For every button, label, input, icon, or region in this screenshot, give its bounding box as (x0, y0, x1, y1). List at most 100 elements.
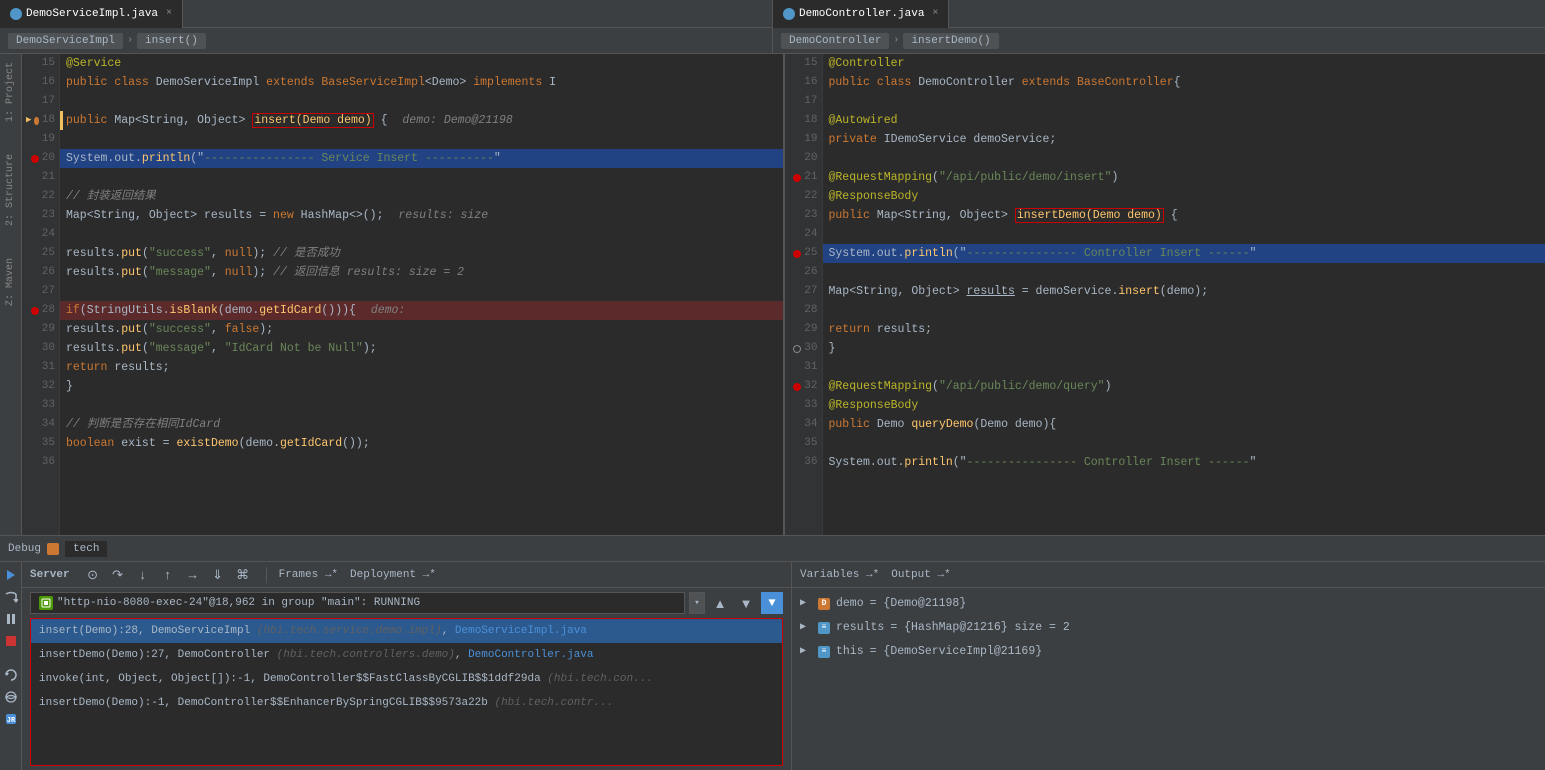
debug-panel: Debug tech (0, 535, 1545, 770)
frame-item-1[interactable]: insertDemo(Demo):27, DemoController (hbi… (31, 643, 782, 667)
debug-step-over-btn[interactable] (2, 588, 20, 606)
breadcrumbs-row: DemoServiceImpl › insert() DemoControlle… (0, 28, 1545, 54)
right-breadcrumb-class[interactable]: DemoController (781, 33, 889, 49)
thread-label-text: "http-nio-8080-exec-24"@18,962 in group … (57, 597, 420, 609)
right-line-numbers: 15 16 17 18 19 20 21 22 23 24 25 (785, 54, 823, 535)
toolbar-step-into[interactable]: ↓ (132, 564, 154, 586)
toolbar-step-out[interactable]: ↑ (157, 564, 179, 586)
code-line-23: Map<String, Object> results = new HashMa… (60, 206, 783, 225)
frames-header: Server ⊙ ↷ ↓ ↑ → ⇓ ⌘ Frames →* (22, 562, 791, 588)
line-28: 28 (26, 301, 55, 320)
r-code-line-24 (823, 225, 1545, 244)
code-line-30: results.put("message", "IdCard Not be Nu… (60, 339, 783, 358)
right-tab-close[interactable]: × (932, 8, 938, 19)
var-results-icon: ≡ (818, 622, 830, 634)
server-label: Server (30, 569, 70, 581)
debug-content: JR Server ⊙ ↷ ↓ ↑ → ⇓ (0, 562, 1545, 770)
r-code-line-35 (823, 434, 1545, 453)
r-code-line-22: @ResponseBody (823, 187, 1545, 206)
r-code-line-26 (823, 263, 1545, 282)
tab-left-file[interactable]: DemoServiceImpl.java × (0, 0, 183, 28)
line-33: 33 (26, 396, 55, 415)
var-this-arrow[interactable]: ▶ (800, 643, 812, 661)
jrebel-btn[interactable]: JR (2, 710, 20, 728)
debug-refresh-btn[interactable] (2, 666, 20, 684)
var-demo-arrow[interactable]: ▶ (800, 595, 812, 613)
var-demo-icon: D (818, 598, 830, 610)
frames-tab[interactable]: Frames →* (279, 569, 338, 581)
left-breadcrumb-method[interactable]: insert() (137, 33, 206, 49)
toolbar-step1[interactable]: ⊙ (82, 564, 104, 586)
code-line-24 (60, 225, 783, 244)
line-25: 25 (26, 244, 55, 263)
left-breadcrumbs: DemoServiceImpl › insert() (0, 28, 773, 53)
toolbar-run-to-cursor[interactable]: → (182, 564, 204, 586)
tab-bar: DemoServiceImpl.java × DemoController.ja… (0, 0, 1545, 28)
line-29: 29 (26, 320, 55, 339)
editors-row: 1: Project 2: Structure Z: Maven 15 16 1… (0, 54, 1545, 535)
toolbar-evaluate[interactable]: ⌘ (232, 564, 254, 586)
thread-nav-up[interactable]: ▲ (709, 592, 731, 614)
code-line-33 (60, 396, 783, 415)
code-line-15: @Service (60, 54, 783, 73)
debug-stop-btn[interactable] (2, 632, 20, 650)
r-code-line-18: @Autowired (823, 111, 1545, 130)
frame-item-3[interactable]: insertDemo(Demo):-1, DemoController$$Enh… (31, 691, 782, 715)
debug-resume-btn[interactable] (2, 566, 20, 584)
code-line-34: // 判断是否存在相同IdCard (60, 415, 783, 434)
variables-tab[interactable]: Variables →* (800, 569, 879, 581)
toolbar-step-over[interactable]: ↷ (107, 564, 129, 586)
tab-right-file[interactable]: DemoController.java × (773, 0, 949, 28)
right-breadcrumb-method[interactable]: insertDemo() (903, 33, 998, 49)
thread-nav-down[interactable]: ▼ (735, 592, 757, 614)
breakpoint-20[interactable] (31, 155, 39, 163)
variables-panel: Variables →* Output →* ▶ D demo = {Demo@… (792, 562, 1545, 770)
code-line-35: boolean exist = existDemo(demo.getIdCard… (60, 434, 783, 453)
debug-pause-btn[interactable] (2, 610, 20, 628)
r-code-line-33: @ResponseBody (823, 396, 1545, 415)
left-breadcrumb-class[interactable]: DemoServiceImpl (8, 33, 123, 49)
line-27: 27 (26, 282, 55, 301)
line-32: 32 (26, 377, 55, 396)
code-line-36 (60, 453, 783, 472)
variables-list: ▶ D demo = {Demo@21198} ▶ ≡ results = {H… (792, 588, 1545, 770)
r-code-line-31 (823, 358, 1545, 377)
left-editor-pane: 15 16 17 ▶ 18 19 20 21 22 23 (22, 54, 785, 535)
code-line-19 (60, 130, 783, 149)
sidebar-label-maven[interactable]: Z: Maven (3, 254, 18, 310)
r-code-line-27: Map<String, Object> results = demoServic… (823, 282, 1545, 301)
line-24: 24 (26, 225, 55, 244)
frame-item-0[interactable]: insert(Demo):28, DemoServiceImpl (hbi.te… (31, 619, 782, 643)
bookmark-right-32 (793, 383, 801, 391)
breakpoint-28[interactable] (31, 307, 39, 315)
line-30: 30 (26, 339, 55, 358)
thread-dropdown[interactable]: ▾ (689, 592, 705, 614)
line-35: 35 (26, 434, 55, 453)
r-code-line-19: private IDemoService demoService; (823, 130, 1545, 149)
breakpoint-right-25[interactable] (793, 250, 801, 258)
code-line-17 (60, 92, 783, 111)
deployment-tab[interactable]: Deployment →* (350, 569, 436, 581)
code-line-21 (60, 168, 783, 187)
frames-list: insert(Demo):28, DemoServiceImpl (hbi.te… (30, 618, 783, 766)
frame-item-2[interactable]: invoke(int, Object, Object[]):-1, DemoCo… (31, 667, 782, 691)
debug-web-btn[interactable] (2, 688, 20, 706)
r-code-line-15: @Controller (823, 54, 1545, 73)
thread-icon (39, 596, 53, 610)
variables-header: Variables →* Output →* (792, 562, 1545, 588)
sidebar-label-project[interactable]: 1: Project (3, 58, 18, 126)
sidebar-label-structure[interactable]: 2: Structure (3, 150, 18, 230)
right-code-lines: @Controller public class DemoController … (823, 54, 1545, 535)
left-tab-close[interactable]: × (166, 8, 172, 19)
toolbar-force-step[interactable]: ⇓ (207, 564, 229, 586)
debug-session-tab[interactable]: tech (65, 541, 107, 557)
code-line-16: public class DemoServiceImpl extends Bas… (60, 73, 783, 92)
output-tab[interactable]: Output →* (891, 569, 950, 581)
left-sidebar: 1: Project 2: Structure Z: Maven (0, 54, 22, 535)
right-breadcrumbs: DemoController › insertDemo() (773, 28, 1545, 53)
debug-session-bar: Debug tech (0, 536, 1545, 562)
app-window: DemoServiceImpl.java × DemoController.ja… (0, 0, 1545, 770)
var-results-arrow[interactable]: ▶ (800, 619, 812, 637)
r-code-line-17 (823, 92, 1545, 111)
filter-btn[interactable]: ▼ (761, 592, 783, 614)
